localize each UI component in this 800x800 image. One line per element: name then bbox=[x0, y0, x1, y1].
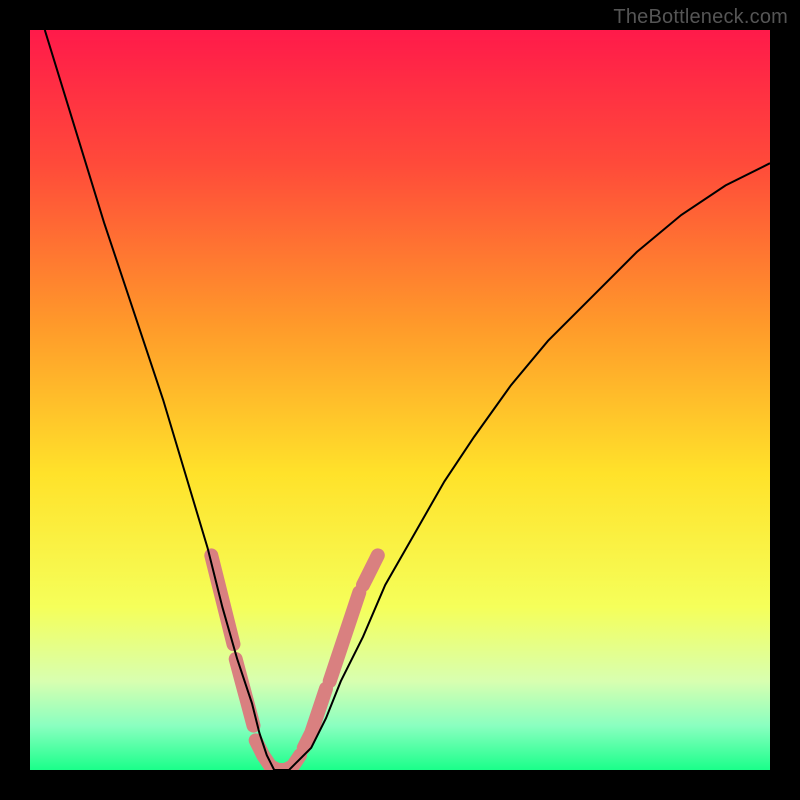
chart-frame: TheBottleneck.com bbox=[0, 0, 800, 800]
bottleneck-curve bbox=[45, 30, 770, 770]
plot-area bbox=[30, 30, 770, 770]
highlight-segment bbox=[363, 555, 378, 585]
curve-layer bbox=[30, 30, 770, 770]
highlight-segment bbox=[330, 592, 360, 681]
watermark-text: TheBottleneck.com bbox=[613, 6, 788, 29]
highlight-segment bbox=[236, 659, 254, 726]
